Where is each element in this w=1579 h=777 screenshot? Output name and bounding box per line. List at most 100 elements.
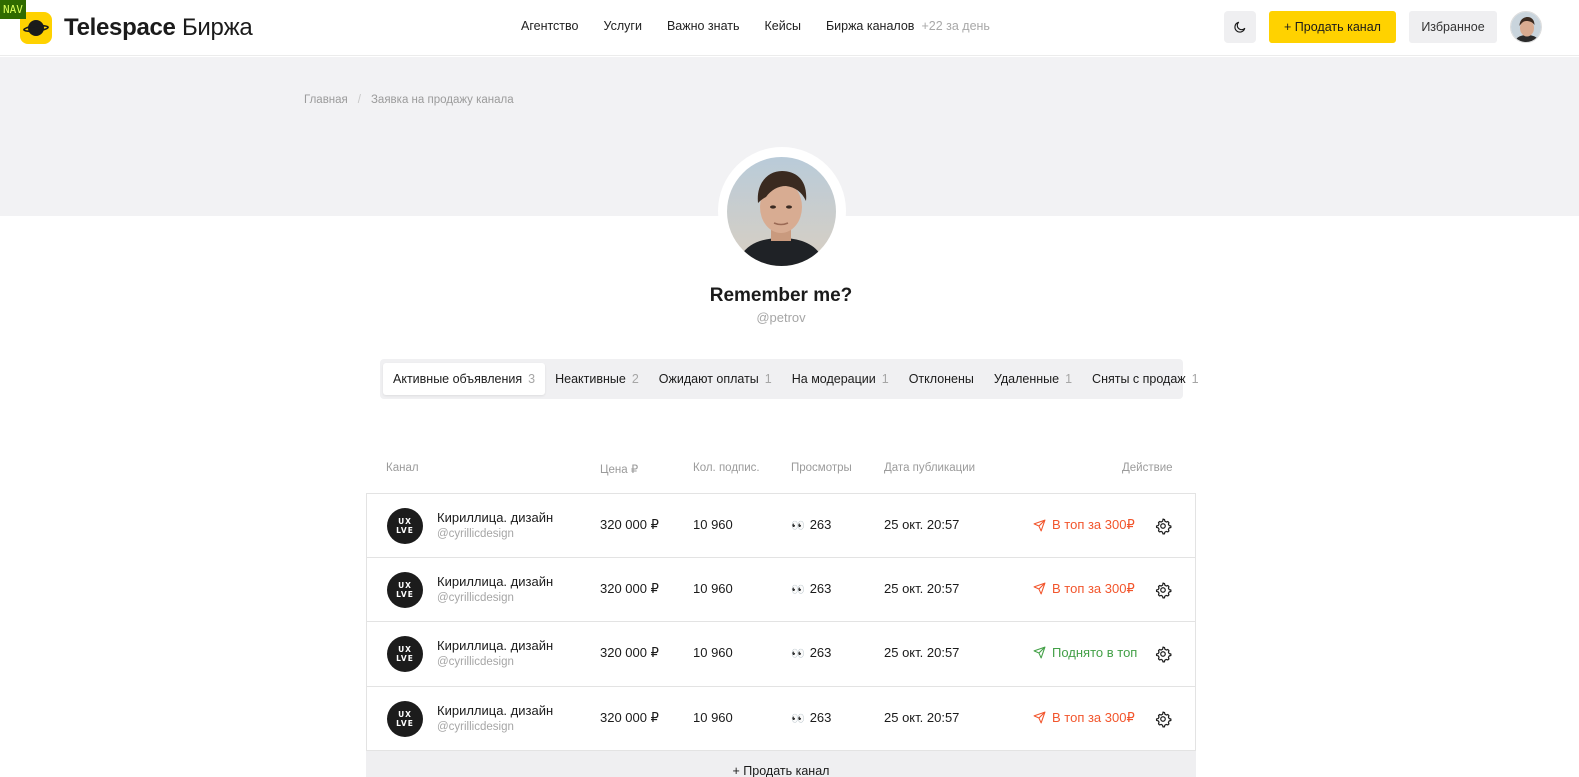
column-header-action: Действие bbox=[1122, 462, 1173, 474]
tab-label: Сняты с продаж bbox=[1092, 372, 1186, 386]
tab-moderation[interactable]: На модерации 1 bbox=[782, 363, 899, 395]
column-header-views: Просмотры bbox=[791, 462, 852, 474]
channel-avatar-line2: LVE bbox=[396, 654, 414, 663]
breadcrumb-home[interactable]: Главная bbox=[304, 94, 348, 106]
channel-date: 25 окт. 20:57 bbox=[884, 580, 960, 596]
table-row[interactable]: UX LVE Кириллица. дизайн @cyrillicdesign… bbox=[366, 686, 1196, 751]
profile-photo bbox=[727, 157, 836, 266]
channel-views: 👀 263 bbox=[791, 517, 831, 532]
tab-count: 3 bbox=[528, 372, 536, 386]
column-header-price: Цена ₽ bbox=[600, 464, 639, 476]
main-menu: Агентство Услуги Важно знать Кейсы Биржа… bbox=[521, 19, 990, 33]
channel-avatar-line1: UX bbox=[398, 645, 412, 654]
tab-label: Отклонены bbox=[908, 372, 974, 386]
listings-table: UX LVE Кириллица. дизайн @cyrillicdesign… bbox=[366, 493, 1196, 751]
promote-action[interactable]: В топ за 300₽ bbox=[1033, 710, 1135, 726]
channel-handle: @cyrillicdesign bbox=[437, 528, 514, 540]
column-header-subscribers: Кол. подпис. bbox=[693, 462, 760, 474]
menu-item-exchange[interactable]: Биржа каналов bbox=[826, 19, 915, 33]
menu-item-important[interactable]: Важно знать bbox=[667, 19, 740, 33]
eyes-icon: 👀 bbox=[791, 648, 805, 660]
brand-name-light: Биржа bbox=[181, 14, 253, 41]
channel-title[interactable]: Кириллица. дизайн bbox=[437, 510, 553, 525]
tab-withdrawn[interactable]: Сняты с продаж 1 bbox=[1082, 363, 1209, 395]
menu-item-agency[interactable]: Агентство bbox=[521, 19, 579, 33]
channel-date: 25 окт. 20:57 bbox=[884, 517, 960, 532]
paper-plane-icon bbox=[1033, 711, 1046, 724]
menu-item-cases[interactable]: Кейсы bbox=[764, 19, 800, 33]
profile-name: Remember me? bbox=[709, 285, 853, 306]
channel-handle: @cyrillicdesign bbox=[437, 656, 514, 668]
tab-label: Активные объявления bbox=[393, 372, 523, 386]
brand-name-bold: Telespace bbox=[64, 14, 176, 41]
channel-price: 320 000 ₽ bbox=[600, 645, 659, 660]
profile-avatar bbox=[727, 157, 836, 266]
tab-deleted[interactable]: Удаленные 1 bbox=[984, 363, 1082, 395]
channel-subscribers: 10 960 bbox=[693, 580, 733, 596]
channel-views: 👀 263 bbox=[791, 645, 831, 660]
gear-icon[interactable] bbox=[1154, 581, 1172, 599]
channel-avatar-line1: UX bbox=[398, 517, 412, 526]
tab-inactive[interactable]: Неактивные 2 bbox=[545, 363, 649, 395]
promote-action-label: В топ за 300₽ bbox=[1052, 580, 1135, 596]
tab-count: 1 bbox=[1065, 372, 1073, 386]
channel-views: 👀 263 bbox=[791, 710, 831, 725]
channel-subscribers: 10 960 bbox=[693, 645, 733, 660]
channel-views: 👀 263 bbox=[791, 581, 831, 596]
channel-subscribers: 10 960 bbox=[693, 709, 733, 725]
channel-avatar: UX LVE bbox=[387, 508, 423, 544]
sell-channel-button[interactable]: + Продать канал bbox=[1269, 11, 1396, 43]
tab-count: 1 bbox=[1191, 372, 1199, 386]
top-bar: Telespace Биржа Агентство Услуги Важно з… bbox=[0, 0, 1579, 56]
menu-item-services[interactable]: Услуги bbox=[604, 19, 642, 33]
tab-count: 1 bbox=[764, 372, 772, 386]
table-row[interactable]: UX LVE Кириллица. дизайн @cyrillicdesign… bbox=[366, 622, 1196, 687]
channel-date: 25 окт. 20:57 bbox=[884, 709, 960, 725]
profile-handle: @petrov bbox=[756, 310, 806, 325]
channel-title[interactable]: Кириллица. дизайн bbox=[437, 703, 553, 718]
logo[interactable]: Telespace Биржа bbox=[20, 12, 253, 44]
paper-plane-icon bbox=[1033, 519, 1046, 531]
moon-icon bbox=[1234, 21, 1246, 33]
exchange-new-count: +22 за день bbox=[921, 19, 990, 33]
column-header-channel: Канал bbox=[386, 462, 419, 474]
tab-rejected[interactable]: Отклонены bbox=[899, 363, 984, 395]
gear-icon[interactable] bbox=[1154, 645, 1172, 663]
tab-count: 1 bbox=[881, 372, 889, 386]
paper-plane-icon bbox=[1033, 582, 1046, 595]
tab-awaiting-payment[interactable]: Ожидают оплаты 1 bbox=[649, 363, 782, 395]
views-value: 263 bbox=[809, 709, 832, 725]
gear-icon[interactable] bbox=[1154, 517, 1172, 535]
channel-subscribers: 10 960 bbox=[693, 517, 733, 532]
user-avatar-image bbox=[1511, 12, 1541, 42]
channel-title[interactable]: Кириллица. дизайн bbox=[437, 574, 553, 589]
column-header-date: Дата публикации bbox=[884, 462, 976, 474]
breadcrumb-current: Заявка на продажу канала bbox=[370, 94, 514, 106]
channel-avatar: UX LVE bbox=[387, 636, 423, 672]
paper-plane-icon bbox=[1033, 646, 1046, 659]
breadcrumb-separator: / bbox=[357, 94, 361, 106]
tab-count: 2 bbox=[631, 372, 639, 386]
channel-avatar: UX LVE bbox=[387, 700, 423, 737]
tab-label: Удаленные bbox=[993, 372, 1060, 386]
promoted-status: Поднято в топ bbox=[1033, 645, 1137, 660]
promoted-status-label: Поднято в топ bbox=[1052, 645, 1138, 660]
user-avatar[interactable] bbox=[1510, 11, 1542, 43]
tab-active-listings[interactable]: Активные объявления 3 bbox=[383, 363, 546, 395]
table-row[interactable]: UX LVE Кириллица. дизайн @cyrillicdesign… bbox=[366, 557, 1196, 622]
table-row[interactable]: UX LVE Кириллица. дизайн @cyrillicdesign… bbox=[366, 493, 1196, 558]
add-channel-button[interactable]: + Продать канал bbox=[366, 751, 1196, 777]
promote-action[interactable]: В топ за 300₽ bbox=[1033, 517, 1135, 533]
views-value: 263 bbox=[809, 517, 832, 532]
promote-action[interactable]: В топ за 300₽ bbox=[1033, 581, 1135, 597]
favorites-button[interactable]: Избранное bbox=[1409, 11, 1497, 43]
theme-toggle-button[interactable] bbox=[1224, 11, 1256, 43]
channel-date: 25 окт. 20:57 bbox=[884, 645, 960, 660]
promote-action-label: В топ за 300₽ bbox=[1052, 709, 1135, 725]
gear-icon[interactable] bbox=[1154, 710, 1172, 728]
channel-handle: @cyrillicdesign bbox=[437, 720, 514, 733]
nav-debug-tag: NAV bbox=[0, 0, 26, 19]
eyes-icon: 👀 bbox=[791, 583, 805, 596]
tab-label: Неактивные bbox=[555, 372, 626, 386]
channel-title[interactable]: Кириллица. дизайн bbox=[437, 638, 553, 653]
